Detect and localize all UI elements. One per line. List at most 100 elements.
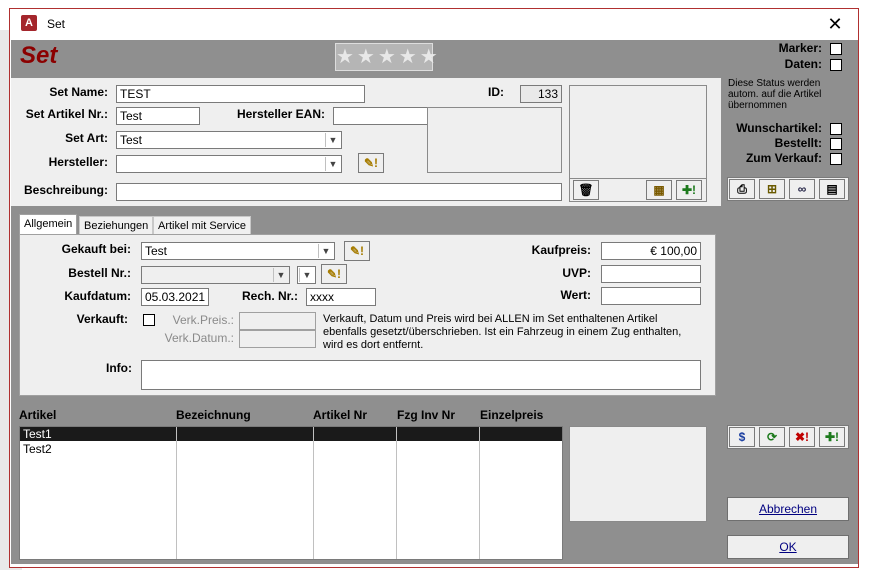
- hersteller-ean-label: Hersteller EAN:: [236, 107, 325, 121]
- kaufpreis-input[interactable]: € 100,00: [601, 242, 701, 260]
- refresh-icon[interactable]: ⟳: [759, 427, 785, 447]
- kaufdatum-input[interactable]: 05.03.2021: [141, 288, 209, 306]
- beschreibung-label: Beschreibung:: [23, 183, 108, 197]
- verkauft-label: Verkauft:: [76, 312, 128, 326]
- gekauft-bei-combo[interactable]: Test ▼: [141, 242, 335, 260]
- column-header-artikel-nr[interactable]: Artikel Nr: [313, 408, 367, 422]
- column-divider: [479, 427, 480, 559]
- column-divider: [313, 427, 314, 559]
- rech-nr-input[interactable]: xxxx: [306, 288, 376, 306]
- chevron-down-icon[interactable]: ▼: [273, 268, 288, 282]
- status-note: Diese Status werden autom. auf die Artik…: [728, 78, 822, 111]
- dollar-icon[interactable]: $: [729, 427, 755, 447]
- wert-input[interactable]: [601, 287, 701, 305]
- title-bar: A Set ✕: [10, 9, 858, 39]
- window-title: Set: [47, 17, 66, 31]
- marker-checkbox[interactable]: [830, 43, 842, 55]
- article-image-box: [569, 426, 707, 522]
- tab-allgemein[interactable]: Allgemein: [19, 214, 78, 235]
- gekauft-bei-label: Gekauft bei:: [61, 242, 131, 256]
- bestell-nr-combo[interactable]: ▼: [141, 266, 290, 284]
- column-header-bezeichnung[interactable]: Bezeichnung: [176, 408, 251, 422]
- bestell-nr-label: Bestell Nr.:: [68, 266, 131, 280]
- add-image-icon[interactable]: ✚!: [676, 180, 702, 200]
- set-art-value: Test: [120, 133, 143, 147]
- column-header-artikel[interactable]: Artikel: [19, 408, 56, 422]
- form-title: Set: [20, 42, 58, 69]
- add-article-icon[interactable]: ✚!: [819, 427, 845, 447]
- article-list[interactable]: Test1 Test2: [19, 426, 563, 560]
- daten-checkbox[interactable]: [830, 59, 842, 71]
- wunschartikel-checkbox[interactable]: [830, 123, 842, 135]
- verkauft-note: Verkauft, Datum und Preis wird bei ALLEN…: [323, 313, 682, 351]
- table-cell: Test2: [23, 442, 52, 456]
- ean-barcode-box: [427, 107, 562, 173]
- edit-haendler-icon[interactable]: ✎!: [344, 241, 370, 261]
- zum-verkauf-label: Zum Verkauf:: [745, 151, 822, 165]
- info-textarea[interactable]: [141, 360, 701, 390]
- info-label: Info:: [106, 361, 132, 375]
- verkauft-checkbox[interactable]: [143, 314, 155, 326]
- kaufpreis-label: Kaufpreis:: [531, 243, 591, 257]
- verk-datum-label: Verk.Datum.:: [164, 331, 234, 345]
- verk-datum-input[interactable]: [239, 330, 316, 348]
- trash-icon[interactable]: 🗑: [573, 180, 599, 200]
- rech-nr-label: Rech. Nr.:: [241, 289, 298, 303]
- delete-article-icon[interactable]: ✖!: [789, 427, 815, 447]
- new-image-icon[interactable]: ▦: [646, 180, 672, 200]
- tab-beziehungen[interactable]: Beziehungen: [79, 216, 154, 235]
- wert-label: Wert:: [560, 288, 591, 302]
- daten-label: Daten:: [784, 57, 822, 71]
- set-art-combo[interactable]: Test ▼: [116, 131, 342, 149]
- uvp-input[interactable]: [601, 265, 701, 283]
- edit-bestell-nr-icon[interactable]: ✎!: [321, 264, 347, 284]
- hersteller-ean-input[interactable]: [333, 107, 428, 125]
- zum-verkauf-checkbox[interactable]: [830, 153, 842, 165]
- tree-icon[interactable]: ⊞: [759, 179, 785, 199]
- table-icon[interactable]: ▤: [819, 179, 845, 199]
- verk-preis-label: Verk.Preis.:: [172, 313, 234, 327]
- column-header-fzg-inv-nr[interactable]: Fzg Inv Nr: [397, 408, 455, 422]
- chevron-down-icon[interactable]: ▼: [325, 133, 340, 147]
- ok-button[interactable]: OK: [727, 535, 849, 559]
- edit-hersteller-icon[interactable]: ✎!: [358, 153, 384, 173]
- verk-preis-input[interactable]: [239, 312, 316, 330]
- print-icon[interactable]: ⎙: [729, 179, 755, 199]
- set-image-box[interactable]: [569, 85, 707, 179]
- marker-label: Marker:: [778, 41, 822, 55]
- set-name-label: Set Name:: [49, 85, 108, 99]
- bestellt-label: Bestellt:: [774, 136, 822, 150]
- chevron-down-icon[interactable]: ▼: [299, 268, 314, 282]
- rating-stars[interactable]: ★★★★★: [335, 43, 438, 71]
- bestellt-checkbox[interactable]: [830, 138, 842, 150]
- set-art-label: Set Art:: [65, 131, 108, 145]
- hersteller-label: Hersteller:: [48, 155, 108, 169]
- set-artikel-label: Set Artikel Nr.:: [25, 107, 108, 121]
- chevron-down-icon[interactable]: ▼: [318, 244, 333, 258]
- chevron-down-icon[interactable]: ▼: [325, 157, 340, 171]
- close-icon[interactable]: ✕: [822, 11, 848, 37]
- uvp-label: UVP:: [562, 266, 591, 280]
- id-value: 133: [520, 85, 562, 103]
- abbrechen-label: Abbrechen: [758, 502, 818, 516]
- bestell-nr-dropdown-button[interactable]: ▼: [297, 266, 316, 284]
- access-app-icon: A: [21, 15, 37, 31]
- glasses-icon[interactable]: ∞: [789, 179, 815, 199]
- ok-label: OK: [779, 540, 797, 554]
- table-row[interactable]: Test1: [20, 427, 562, 441]
- kaufdatum-label: Kaufdatum:: [64, 289, 131, 303]
- set-artikel-input[interactable]: Test: [116, 107, 200, 125]
- wunschartikel-label: Wunschartikel:: [736, 121, 822, 135]
- table-row[interactable]: Test2: [20, 442, 562, 456]
- hersteller-combo[interactable]: ▼: [116, 155, 342, 173]
- abbrechen-button[interactable]: Abbrechen: [727, 497, 849, 521]
- set-name-input[interactable]: TEST: [116, 85, 365, 103]
- tab-artikel-mit-service[interactable]: Artikel mit Service: [153, 216, 252, 235]
- id-label: ID:: [488, 85, 504, 99]
- column-divider: [176, 427, 177, 559]
- gekauft-bei-value: Test: [145, 244, 168, 258]
- beschreibung-input[interactable]: [116, 183, 562, 201]
- column-divider: [396, 427, 397, 559]
- table-cell: Test1: [23, 427, 52, 441]
- column-header-einzelpreis[interactable]: Einzelpreis: [480, 408, 543, 422]
